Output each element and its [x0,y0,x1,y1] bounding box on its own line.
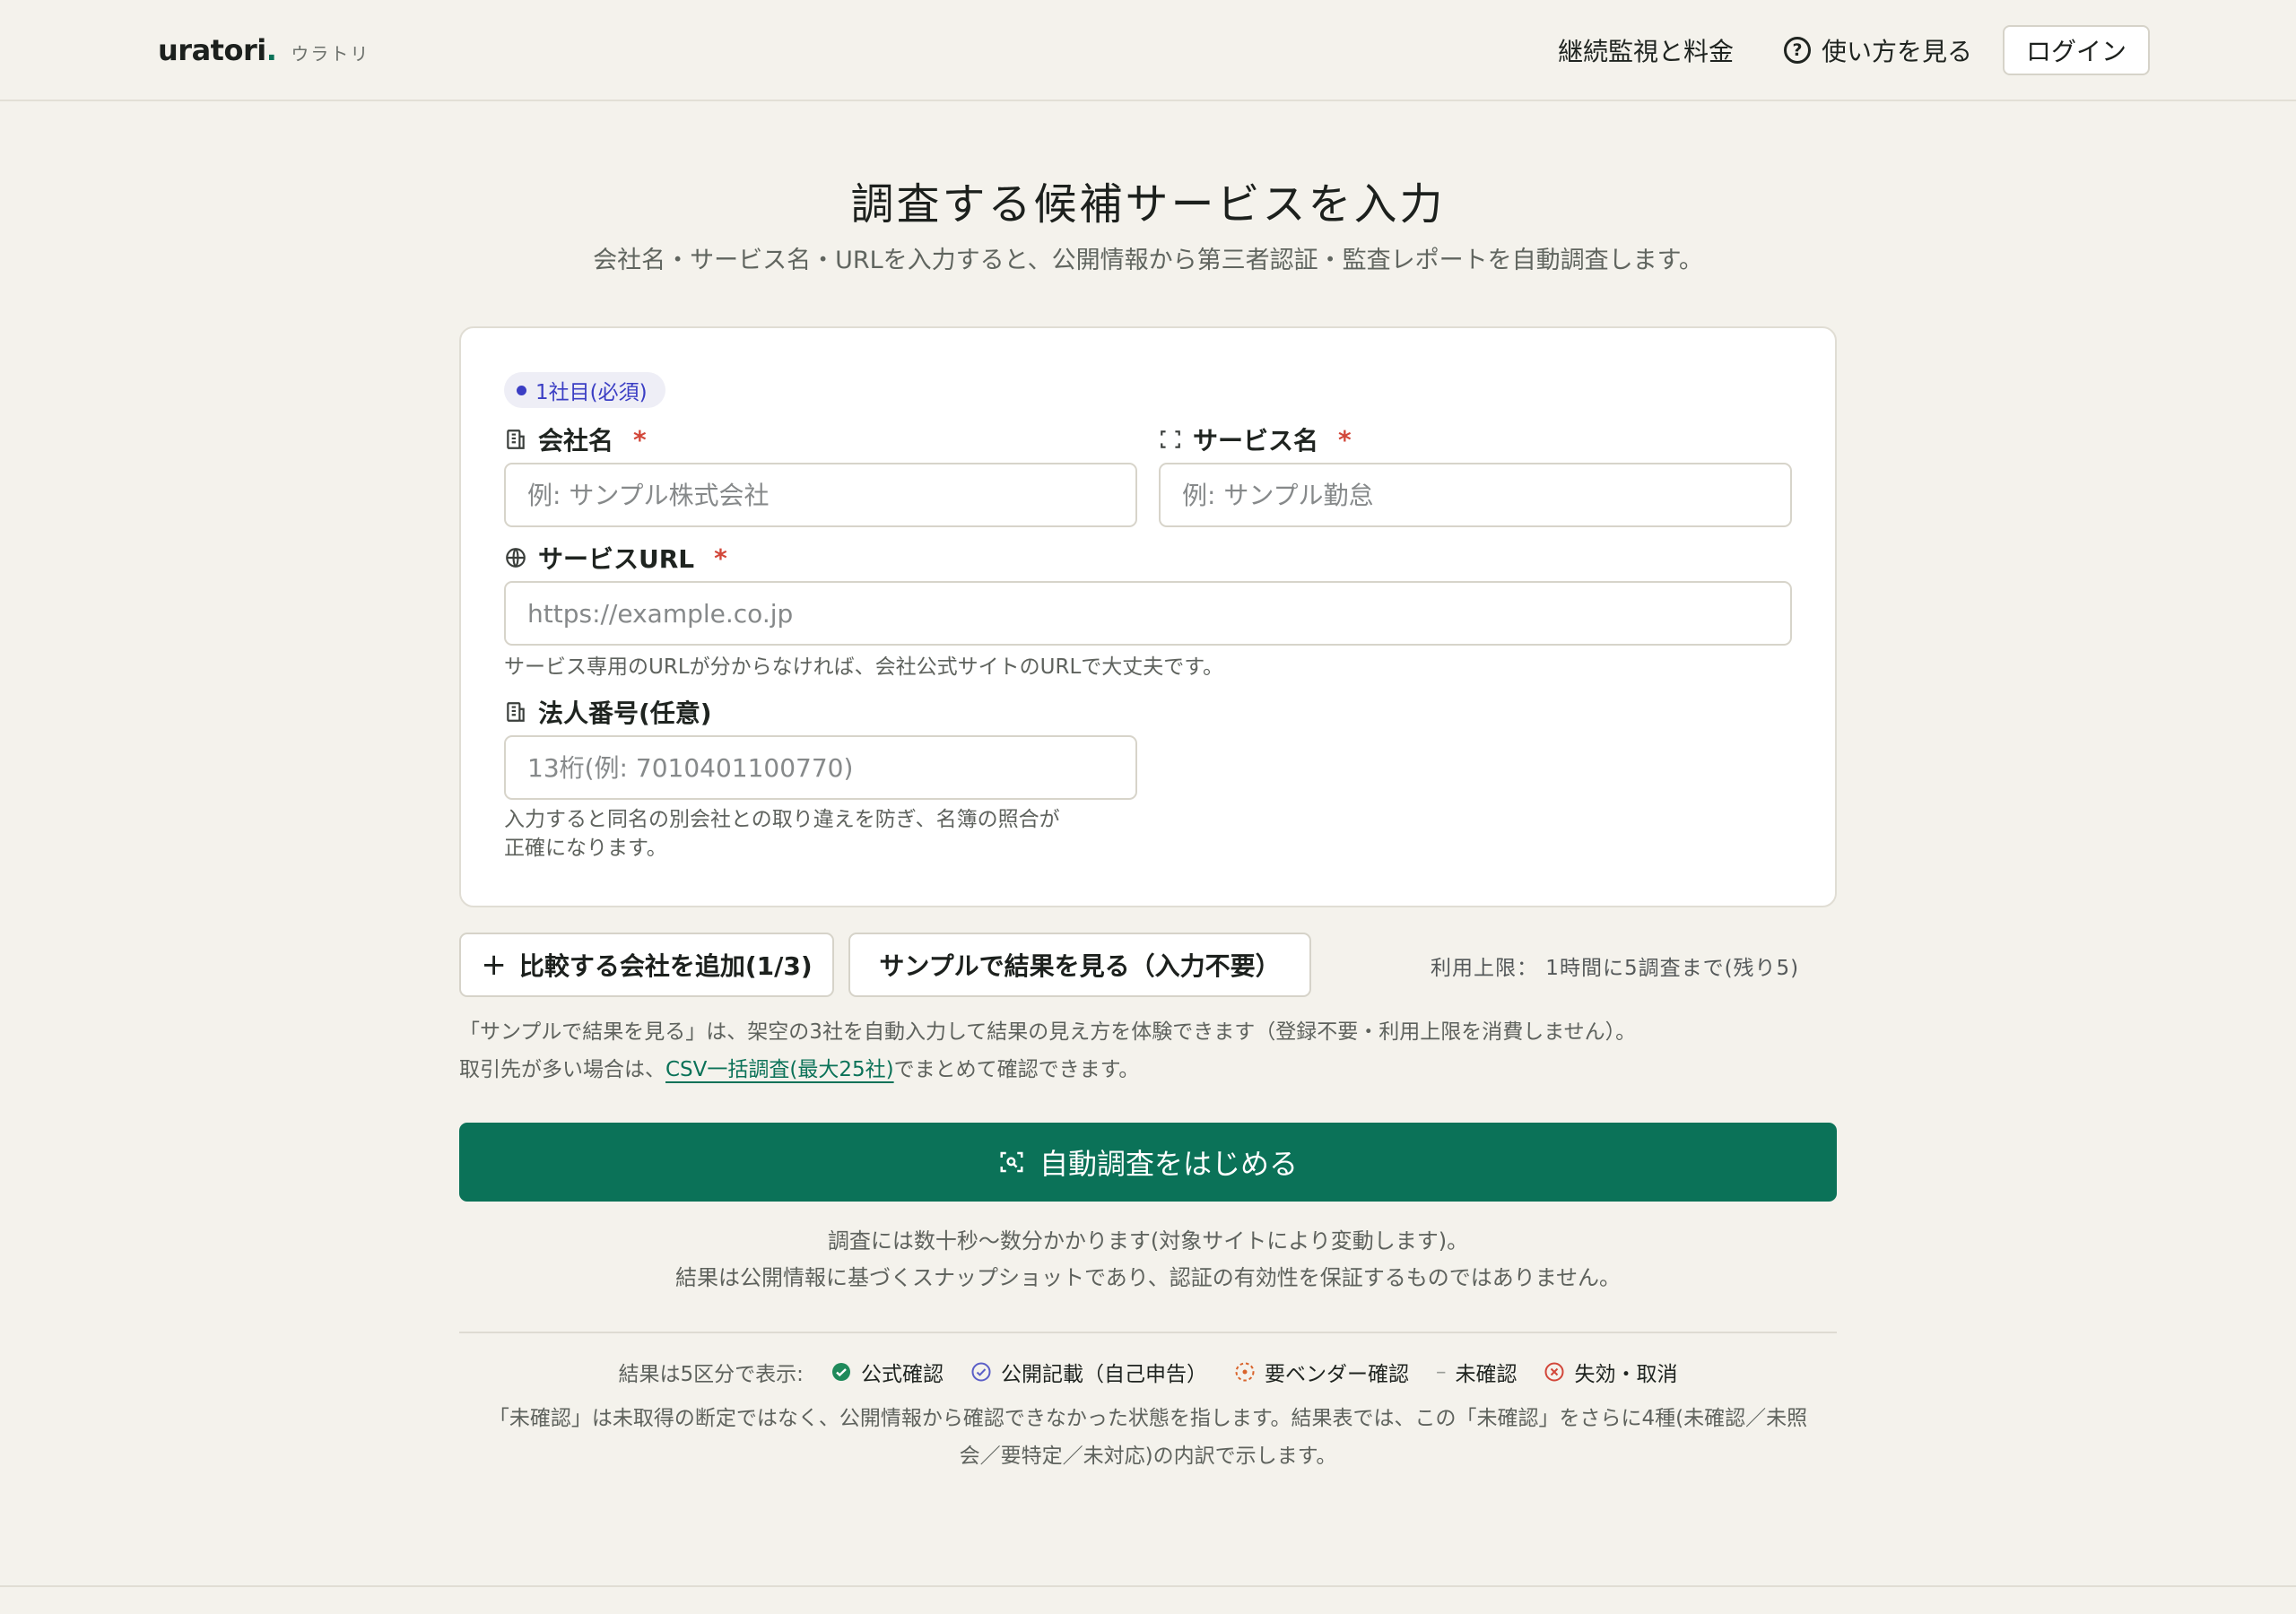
nav-help-link[interactable]: ? 使い方を見る [1783,32,1972,68]
service-url-label-text: サービスURL [538,544,695,574]
usage-limit: 利用上限： 1時間に5調査まで(残り5) [1431,957,1800,980]
start-investigation-label: 自動調査をはじめる [1039,1147,1298,1181]
required-mark: * [1338,424,1352,455]
legend-revoked-label: 失効・取消 [1574,1363,1678,1386]
corporate-number-hint-line-1: 入力すると同名の別会社との取り違えを防ぎ、名簿の照合が [504,808,1060,831]
plus-icon: + [481,947,507,983]
x-circle-icon [1544,1361,1565,1383]
csv-suffix: でまとめて確認できます。 [893,1058,1140,1081]
legend-official: 公式確認 [831,1357,944,1387]
required-mark: * [633,424,647,455]
legend-unconfirmed-label: 未確認 [1455,1363,1518,1386]
legend-note-line-2: 会／要特定／未対応)の内訳で示します。 [959,1445,1337,1468]
dash-icon: – [1435,1360,1447,1384]
url-hint: サービス専用のURLが分からなければ、会社公式サイトのURLで大丈夫です。 [504,655,1223,679]
brand-name: uratori. [158,32,277,67]
brand-logo[interactable]: uratori. ウラトリ [158,33,370,67]
service-url-input[interactable] [504,581,1792,646]
service-url-label: サービスURL * [504,540,727,576]
company-form-card: 1社目(必須) 会社名 * サービス名 * サービスURL * サービス専用のURLが… [459,326,1837,907]
badge-label: 1社目(必須) [535,381,648,404]
legend-revoked: 失効・取消 [1544,1357,1677,1387]
legend-official-label: 公式確認 [860,1363,944,1386]
page-subtitle: 会社名・サービス名・URLを入力すると、公開情報から第三者認証・監査レポートを自… [593,247,1703,274]
sample-results-button[interactable]: サンプルで結果を見る（入力不要） [848,933,1311,997]
question-circle-icon: ? [1783,36,1811,64]
status-legend: 結果は5区分で表示: 公式確認 公開記載（自己申告） 要ベンダー確認 – 未確認… [0,1357,2296,1387]
corporate-number-label: 法人番号(任意) [504,694,712,730]
brand-kana: ウラトリ [291,42,370,65]
service-name-label: サービス名 * [1159,421,1352,457]
site-header: uratori. ウラトリ 継続監視と料金 ? 使い方を見る ログイン [0,0,2296,101]
add-company-label: 比較する会社を追加(1/3) [518,951,813,981]
required-mark: * [714,542,727,573]
login-button[interactable]: ログイン [2002,24,2150,75]
building-icon [504,700,527,724]
badge-dot-icon [517,385,526,395]
company-name-input[interactable] [504,463,1137,527]
nav-help-label: 使い方を見る [1821,36,1972,66]
scan-frame-icon [1159,428,1182,451]
header-nav: 継続監視と料金 ? 使い方を見る ログイン [1558,24,2150,75]
corporate-number-hint: 入力すると同名の別会社との取り違えを防ぎ、名簿の照合が 正確になります。 [504,805,1060,863]
building-icon [504,428,527,451]
legend-lead: 結果は5区分で表示: [618,1363,804,1386]
corporate-number-label-text: 法人番号(任意) [538,699,712,728]
disclaimer: 結果は公開情報に基づくスナップショットであり、認証の有効性を保証するものではあり… [674,1265,1622,1290]
legend-note-line-1: 「未確認」は未取得の断定ではなく、公開情報から確認できなかった状態を指します。結… [488,1407,1808,1430]
company-1-badge: 1社目(必須) [504,372,665,408]
section-divider [459,1332,1837,1333]
footer-divider [0,1585,2296,1587]
check-circle-filled-icon [831,1361,852,1383]
csv-note: 取引先が多い場合は、CSV一括調査(最大25社)でまとめて確認できます。 [459,1052,1139,1082]
scan-search-icon [998,1149,1025,1176]
globe-icon [504,546,527,569]
csv-prefix: 取引先が多い場合は、 [459,1058,665,1081]
start-investigation-button[interactable]: 自動調査をはじめる [459,1123,1837,1202]
check-circle-outline-icon [970,1361,992,1383]
page-title: 調査する候補サービスを入力 [850,179,1446,230]
add-company-button[interactable]: + 比較する会社を追加(1/3) [459,933,834,997]
dashed-circle-icon [1234,1361,1256,1383]
legend-public: 公開記載（自己申告） [970,1357,1207,1387]
company-name-label-text: 会社名 [538,426,614,456]
corporate-number-input[interactable] [504,735,1137,800]
company-name-label: 会社名 * [504,421,647,457]
legend-vendor: 要ベンダー確認 [1234,1357,1409,1387]
legend-public-label: 公開記載（自己申告） [1000,1363,1207,1386]
sample-note: 「サンプルで結果を見る」は、架空の3社を自動入力して結果の見え方を体験できます（… [459,1020,1637,1044]
service-name-label-text: サービス名 [1193,426,1319,456]
service-name-input[interactable] [1159,463,1792,527]
nav-pricing-link[interactable]: 継続監視と料金 [1558,32,1734,68]
legend-vendor-label: 要ベンダー確認 [1264,1363,1409,1386]
csv-bulk-link[interactable]: CSV一括調査(最大25社) [665,1058,894,1081]
time-note: 調査には数十秒～数分かかります(対象サイトにより変動します)。 [827,1228,1469,1254]
corporate-number-hint-line-2: 正確になります。 [504,837,667,860]
legend-unconfirmed: – 未確認 [1436,1357,1518,1387]
